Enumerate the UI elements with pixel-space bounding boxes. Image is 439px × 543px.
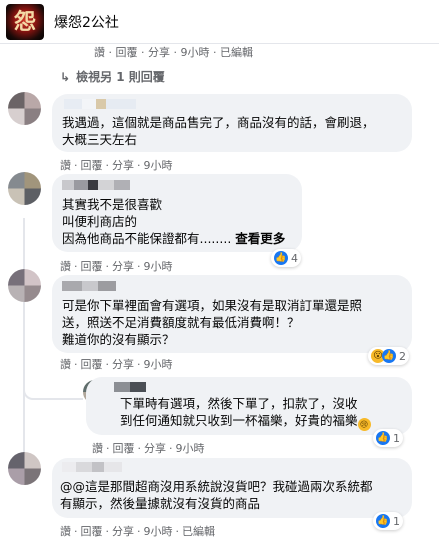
reply-action[interactable]: 回覆: [81, 525, 103, 538]
timestamp[interactable]: 9小時: [144, 525, 173, 538]
like-icon: 👍: [382, 349, 396, 363]
view-more-replies-link[interactable]: ↳ 檢視另 1 則回覆: [60, 68, 165, 85]
timestamp[interactable]: 9小時: [144, 159, 173, 172]
logo-glyph: 怨: [13, 9, 36, 35]
reply-arrow-icon: ↳: [60, 70, 71, 84]
timestamp[interactable]: 9小時: [144, 358, 173, 371]
timestamp[interactable]: 9小時: [144, 260, 173, 273]
reaction-summary[interactable]: 👍 1: [373, 512, 403, 530]
avatar[interactable]: [8, 269, 41, 302]
like-action[interactable]: 讚: [60, 525, 71, 538]
share-action[interactable]: 分享: [112, 159, 134, 172]
see-more-link[interactable]: 查看更多: [235, 231, 285, 246]
share-action[interactable]: 分享: [112, 358, 134, 371]
edited-label[interactable]: 已編輯: [182, 525, 215, 538]
avatar[interactable]: [8, 452, 41, 485]
page-header: 怨 爆怨2公社: [0, 0, 439, 44]
like-icon: 👍: [376, 431, 390, 445]
comment-bubble: 其實我不是很喜歡 叫便利商店的 因為他商品不能保證都有........ 查看更多: [52, 174, 302, 252]
reaction-summary[interactable]: 👍 1: [373, 429, 403, 447]
like-icon: 👍: [274, 251, 288, 265]
reaction-count: 1: [393, 514, 400, 528]
reaction-summary[interactable]: 👍 4: [271, 249, 301, 267]
comment-text: @@這是那間超商沒用系統說沒貨吧？我碰過兩次系統都 有顯示，然後量據就沒有沒貨的…: [60, 479, 373, 511]
page-title[interactable]: 爆怨2公社: [54, 12, 119, 32]
thread-line: [23, 430, 25, 452]
reaction-count: 1: [393, 431, 400, 445]
reply-action[interactable]: 回覆: [113, 442, 135, 455]
comment-text: 我遇過，這個就是商品售完了，商品沒有的話，會刷退， 大概三天左右: [62, 115, 375, 147]
avatar[interactable]: [8, 172, 41, 205]
comment-bubble: 下單時有選項，然後下單了，扣款了，沒收 到任何通知就只收到一杯福樂，好貴的福樂 😢: [86, 377, 412, 435]
comment-text: 可是你下單裡面會有選項，如果沒有是取消訂單還是照 送，照送不足消費額度就有最低消…: [62, 298, 363, 347]
sad-icon: 😢: [357, 418, 371, 431]
like-icon: 👍: [376, 514, 390, 528]
reply-action[interactable]: 回覆: [81, 159, 103, 172]
comment-text-body: 下單時有選項，然後下單了，扣款了，沒收 到任何通知就只收到一杯福樂，好貴的福樂: [120, 396, 358, 428]
reaction-count: 4: [291, 251, 298, 265]
author-name-redacted[interactable]: [64, 99, 144, 109]
author-name-redacted[interactable]: [114, 382, 154, 392]
comment-actions: 讚 · 回覆 · 分享 · 9小時: [92, 442, 205, 455]
comment-bubble: 可是你下單裡面會有選項，如果沒有是取消訂單還是照 送，照送不足消費額度就有最低消…: [52, 275, 412, 353]
comment-actions: 讚 · 回覆 · 分享 · 9小時: [60, 159, 173, 172]
comment-text: 下單時有選項，然後下單了，扣款了，沒收 到任何通知就只收到一杯福樂，好貴的福樂 😢: [120, 395, 410, 431]
reaction-summary[interactable]: 😮 👍 2: [368, 347, 409, 365]
like-action[interactable]: 讚: [60, 159, 71, 172]
reply-action[interactable]: 回覆: [81, 260, 103, 273]
like-action[interactable]: 讚: [60, 260, 71, 273]
page-logo[interactable]: 怨: [6, 4, 44, 40]
view-more-replies-label: 檢視另 1 則回覆: [76, 70, 165, 84]
like-action[interactable]: 讚: [60, 358, 71, 371]
comment-actions: 讚 · 回覆 · 分享 · 9小時 · 已編輯: [60, 525, 215, 538]
comment-text: 其實我不是很喜歡 叫便利商店的 因為他商品不能保證都有........ 查看更多: [62, 196, 302, 247]
comment-actions: 讚 · 回覆 · 分享 · 9小時: [60, 260, 173, 273]
share-action[interactable]: 分享: [112, 260, 134, 273]
share-action[interactable]: 分享: [144, 442, 166, 455]
comment-actions: 讚 · 回覆 · 分享 · 9小時: [60, 358, 173, 371]
reply-action[interactable]: 回覆: [81, 358, 103, 371]
like-action[interactable]: 讚: [92, 442, 103, 455]
avatar[interactable]: [8, 92, 41, 125]
author-name-redacted[interactable]: [62, 462, 142, 472]
author-name-redacted[interactable]: [62, 281, 122, 291]
share-action[interactable]: 分享: [112, 525, 134, 538]
previous-comment-actions[interactable]: 讚 · 回覆 · 分享 · 9小時 · 已編輯: [94, 44, 253, 60]
comment-bubble: 我遇過，這個就是商品售完了，商品沒有的話，會刷退， 大概三天左右: [52, 94, 412, 152]
author-name-redacted[interactable]: [62, 180, 142, 190]
timestamp[interactable]: 9小時: [176, 442, 205, 455]
comment-text-body: 其實我不是很喜歡 叫便利商店的 因為他商品不能保證都有........: [62, 197, 232, 246]
reaction-count: 2: [399, 349, 406, 363]
comment-bubble: @@這是那間超商沒用系統說沒貨吧？我碰過兩次系統都 有顯示，然後量據就沒有沒貨的…: [52, 458, 412, 518]
